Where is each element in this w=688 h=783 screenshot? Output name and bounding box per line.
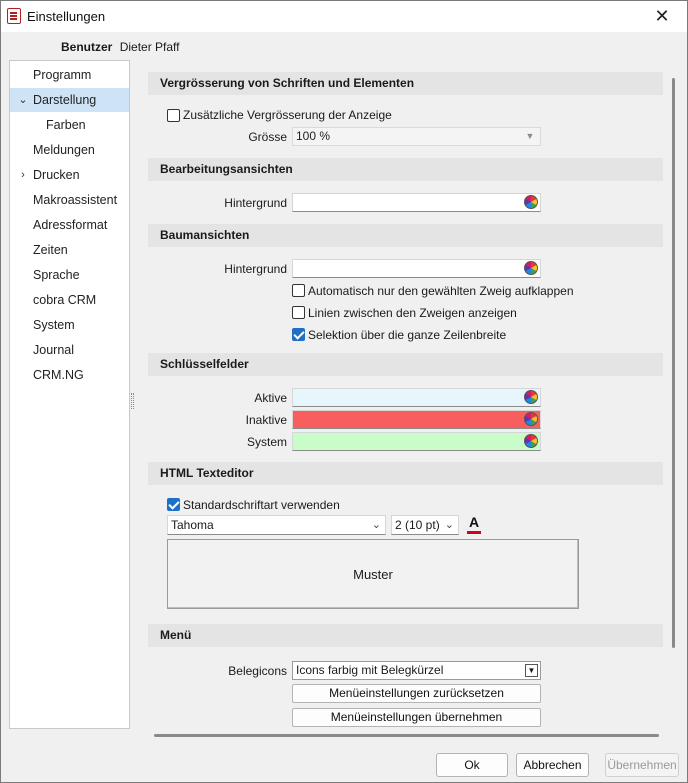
sidebar-item-label: Journal: [33, 343, 74, 357]
key-inactive-label: Inaktive: [245, 413, 287, 427]
user-name: Dieter Pfaff: [119, 40, 180, 54]
font-preview: Muster: [167, 539, 579, 609]
user-label: Benutzer: [61, 40, 113, 54]
tree-background-field[interactable]: [292, 259, 541, 278]
sidebar-item-label: Sprache: [33, 268, 80, 282]
edit-background-label: Hintergrund: [224, 196, 287, 210]
apply-button[interactable]: Übernehmen: [605, 753, 679, 777]
section-header-tree-views: Baumansichten: [148, 224, 663, 247]
color-picker-icon[interactable]: [524, 261, 538, 275]
auto-expand-label: Automatisch nur den gewählten Zweig aufk…: [308, 284, 574, 298]
size-select[interactable]: 100 % ▼: [292, 127, 541, 146]
dropdown-arrow-icon[interactable]: ▼: [525, 664, 538, 677]
font-size-select[interactable]: 2 (10 pt) ⌄: [391, 515, 459, 535]
tree-lines-checkbox[interactable]: [292, 306, 305, 319]
sidebar-item-label: CRM.NG: [33, 368, 84, 382]
color-picker-icon[interactable]: [524, 412, 538, 426]
settings-dialog: Einstellungen ✕ Benutzer Dieter Pfaff Pr…: [0, 0, 688, 783]
edit-background-field[interactable]: [292, 193, 541, 212]
settings-nav-tree: Programm ⌄ Darstellung Farben Meldungen ›…: [9, 60, 130, 729]
color-picker-icon[interactable]: [524, 195, 538, 209]
color-picker-icon[interactable]: [524, 434, 538, 448]
color-picker-icon[interactable]: [524, 390, 538, 404]
chevron-right-icon[interactable]: ›: [17, 163, 29, 187]
title-bar: Einstellungen ✕: [1, 1, 687, 32]
font-name-select[interactable]: Tahoma ⌄: [167, 515, 386, 535]
font-name-value: Tahoma: [171, 518, 214, 532]
belegicons-label: Belegicons: [228, 664, 287, 678]
sidebar-item-meldungen[interactable]: Meldungen: [10, 138, 129, 162]
sidebar-item-label: Meldungen: [33, 143, 95, 157]
key-system-label: System: [246, 435, 287, 449]
vertical-scrollbar[interactable]: [669, 72, 679, 729]
sidebar-item-label: Zeiten: [33, 243, 68, 257]
sidebar-item-label: Programm: [33, 68, 92, 82]
sidebar-item-journal[interactable]: Journal: [10, 338, 129, 362]
dropdown-arrow-icon: ▼: [525, 131, 535, 141]
chevron-down-icon: ⌄: [444, 519, 454, 531]
app-document-icon: [7, 8, 21, 24]
extra-zoom-checkbox[interactable]: [167, 109, 180, 122]
extra-zoom-label: Zusätzliche Vergrösserung der Anzeige: [183, 108, 392, 122]
sidebar-item-crm-ng[interactable]: CRM.NG: [10, 363, 129, 387]
window-title: Einstellungen: [27, 9, 106, 24]
menu-apply-button[interactable]: Menüeinstellungen übernehmen: [292, 708, 541, 727]
sidebar-item-label: Darstellung: [33, 93, 97, 107]
sidebar-item-label: cobra CRM: [33, 293, 97, 307]
sidebar-item-label: System: [33, 318, 75, 332]
scrollbar-thumb[interactable]: [672, 78, 675, 648]
settings-content: Vergrösserung von Schriften und Elemente…: [148, 72, 663, 729]
key-active-color-field[interactable]: [292, 388, 541, 407]
close-icon[interactable]: ✕: [651, 5, 673, 27]
sidebar-item-label: Drucken: [33, 168, 80, 182]
size-label: Grösse: [248, 130, 287, 144]
menu-reset-button[interactable]: Menüeinstellungen zurücksetzen: [292, 684, 541, 703]
sidebar-item-label: Makroassistent: [33, 193, 118, 207]
key-inactive-color-field[interactable]: [292, 410, 541, 429]
sidebar-item-drucken[interactable]: › Drucken: [10, 163, 129, 187]
sidebar-item-label: Adressformat: [33, 218, 108, 232]
sidebar-item-label: Farben: [46, 118, 86, 132]
key-active-label: Aktive: [254, 391, 287, 405]
sidebar-item-adressformat[interactable]: Adressformat: [10, 213, 129, 237]
splitter-handle[interactable]: [131, 393, 134, 409]
key-system-color-field[interactable]: [292, 432, 541, 451]
sidebar-item-sprache[interactable]: Sprache: [10, 263, 129, 287]
sidebar-item-zeiten[interactable]: Zeiten: [10, 238, 129, 262]
section-header-scaling: Vergrösserung von Schriften und Elemente…: [148, 72, 663, 95]
std-font-checkbox[interactable]: [167, 498, 180, 511]
tree-background-label: Hintergrund: [224, 262, 287, 276]
sidebar-item-programm[interactable]: Programm: [10, 63, 129, 87]
belegicons-value: Icons farbig mit Belegkürzel: [296, 663, 444, 677]
section-header-key-fields: Schlüsselfelder: [148, 353, 663, 376]
section-header-html-editor: HTML Texteditor: [148, 462, 663, 485]
section-header-edit-views: Bearbeitungsansichten: [148, 158, 663, 181]
ok-button[interactable]: Ok: [436, 753, 508, 777]
belegicons-select[interactable]: Icons farbig mit Belegkürzel ▼: [292, 661, 541, 680]
horizontal-scrollbar[interactable]: [154, 734, 659, 737]
std-font-label: Standardschriftart verwenden: [183, 498, 340, 512]
sidebar-item-darstellung[interactable]: ⌄ Darstellung: [10, 88, 129, 112]
auto-expand-checkbox[interactable]: [292, 284, 305, 297]
full-row-select-checkbox[interactable]: [292, 328, 305, 341]
chevron-down-icon[interactable]: ⌄: [17, 88, 29, 112]
sidebar-item-farben[interactable]: Farben: [10, 113, 129, 137]
user-info: Benutzer Dieter Pfaff: [61, 40, 180, 54]
sidebar-item-cobra-crm[interactable]: cobra CRM: [10, 288, 129, 312]
size-value: 100 %: [296, 129, 331, 143]
tree-lines-label: Linien zwischen den Zweigen anzeigen: [308, 306, 517, 320]
font-size-value: 2 (10 pt): [395, 518, 440, 532]
sidebar-item-makroassistent[interactable]: Makroassistent: [10, 188, 129, 212]
font-color-icon[interactable]: A: [465, 515, 483, 534]
full-row-select-label: Selektion über die ganze Zeilenbreite: [308, 328, 507, 342]
cancel-button[interactable]: Abbrechen: [516, 753, 589, 777]
chevron-down-icon: ⌄: [371, 519, 381, 531]
sidebar-item-system[interactable]: System: [10, 313, 129, 337]
section-header-menu: Menü: [148, 624, 663, 647]
